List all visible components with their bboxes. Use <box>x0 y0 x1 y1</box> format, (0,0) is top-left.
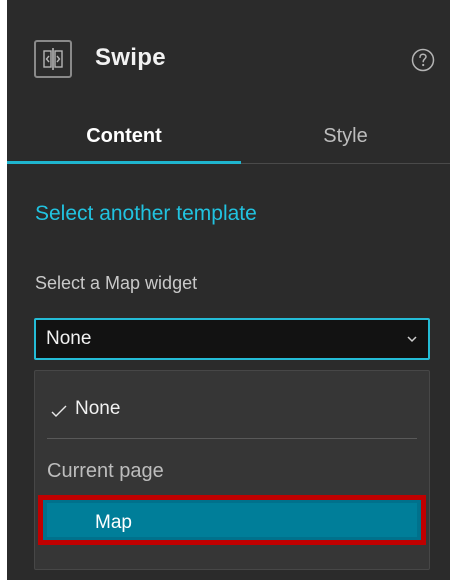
group-header-current-page: Current page <box>47 460 164 482</box>
checkmark-icon <box>51 405 67 417</box>
option-map-highlight: Map <box>47 503 417 537</box>
chevron-down-icon <box>406 334 418 344</box>
tab-content[interactable]: Content <box>7 108 241 164</box>
option-none-label: None <box>75 398 121 419</box>
option-map[interactable]: Map <box>38 495 426 545</box>
select-another-template-link[interactable]: Select another template <box>35 199 257 229</box>
map-widget-label: Select a Map widget <box>35 273 198 293</box>
help-icon[interactable] <box>411 48 435 72</box>
option-none[interactable]: None <box>35 389 429 429</box>
panel-title: Swipe <box>95 44 166 71</box>
dropdown-divider <box>47 438 417 439</box>
swipe-settings-panel: Swipe Content Style Select another templ… <box>7 0 450 580</box>
option-map-label: Map <box>95 512 132 533</box>
active-tab-indicator <box>7 161 241 164</box>
map-widget-select[interactable]: None <box>34 318 430 360</box>
map-widget-dropdown-menu: None Current page Map <box>34 370 430 570</box>
tab-bar: Content Style <box>7 108 450 164</box>
swipe-widget-icon <box>34 40 72 78</box>
panel-header: Swipe <box>7 0 450 122</box>
tab-style[interactable]: Style <box>241 108 450 164</box>
select-value: None <box>46 328 92 349</box>
